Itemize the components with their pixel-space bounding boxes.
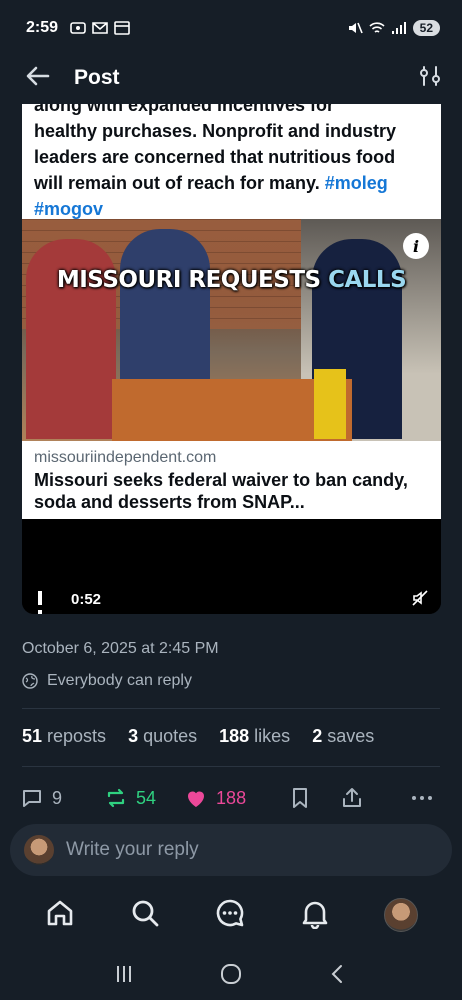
screen-record-icon [70,22,86,34]
like-count: 188 [216,787,247,808]
page-title: Post [74,66,120,89]
recent-apps-icon[interactable] [113,963,135,985]
more-dots-icon [412,796,432,800]
bookmark-icon [293,788,308,808]
notifications-tab[interactable] [299,897,331,934]
pause-icon[interactable] [38,591,50,614]
mail-icon [92,22,108,34]
home-tab[interactable] [44,897,76,934]
search-tab[interactable] [129,897,161,934]
reply-input[interactable] [66,839,438,861]
bookmark-button[interactable] [288,786,312,810]
link-domain: missouriindependent.com [34,449,217,466]
reply-bubble-icon [23,790,41,807]
reply-permission[interactable]: Everybody can reply [22,672,192,690]
info-icon[interactable]: i [403,233,429,259]
saves-stat[interactable]: 2 saves [312,726,374,747]
divider [22,708,440,709]
avatar [383,898,418,932]
post-timestamp: October 6, 2025 at 2:45 PM [22,640,219,657]
video-thumbnail[interactable]: MISSOURI REQUESTS CALLS i [22,219,441,441]
reply-composer[interactable] [10,824,452,876]
likes-stat[interactable]: 188 likes [219,726,290,747]
muted-speaker-icon[interactable] [411,589,429,607]
share-button[interactable] [340,786,364,810]
hashtag-mogov[interactable]: #mogov [34,199,103,219]
like-button[interactable]: 188 [184,786,246,810]
video-player-controls: 0:52 [22,519,441,614]
signal-icon [391,22,406,34]
repost-button[interactable]: 54 [104,786,156,810]
search-icon [132,900,159,926]
post-text-cut-line: along with expanded incentives for [34,104,335,115]
bell-icon [302,901,328,929]
avatar [24,835,54,865]
reposts-stat[interactable]: 51 reposts [22,726,106,747]
heart-icon [188,791,205,807]
back-arrow-icon[interactable] [24,62,52,95]
embedded-post-text: along with expanded incentives for healt… [22,104,441,219]
embedded-media-card[interactable]: along with expanded incentives for healt… [22,104,441,614]
wifi-icon [369,22,385,33]
home-icon [48,900,73,925]
link-preview[interactable]: missouriindependent.com Missouri seeks f… [22,441,441,519]
quotes-stat[interactable]: 3 quotes [128,726,197,747]
mute-icon [348,22,363,34]
status-time: 2:59 [26,19,59,36]
profile-tab[interactable] [383,898,418,932]
calendar-icon [114,21,130,35]
engagement-stats: 51 reposts 3 quotes 188 likes 2 saves [22,726,374,747]
reply-button[interactable]: 9 [20,786,62,810]
video-caption: MISSOURI REQUESTS CALLS [56,267,407,293]
video-time: 0:52 [71,591,102,608]
divider [22,766,440,767]
bottom-navigation [0,886,462,944]
system-navigation [0,948,462,1000]
status-bar: 2:59 52 [0,0,462,56]
hashtag-moleg[interactable]: #moleg [325,173,388,193]
home-circle-icon[interactable] [220,963,242,985]
app-header: Post [0,52,462,104]
thread-settings-icon[interactable] [418,64,442,93]
chat-tab[interactable] [214,897,246,934]
system-back-icon[interactable] [327,963,349,985]
post-actions: 9 54 188 [20,784,440,812]
more-options-button[interactable] [410,786,434,810]
share-icon [343,788,362,807]
battery-indicator: 52 [412,20,440,36]
repost-icon [107,788,125,808]
reply-permission-label: Everybody can reply [47,672,192,689]
chat-icon [216,899,244,926]
globe-icon [22,673,38,689]
link-title: Missouri seeks federal waiver to ban can… [34,470,408,512]
repost-count: 54 [136,787,157,808]
reply-count: 9 [52,787,63,808]
